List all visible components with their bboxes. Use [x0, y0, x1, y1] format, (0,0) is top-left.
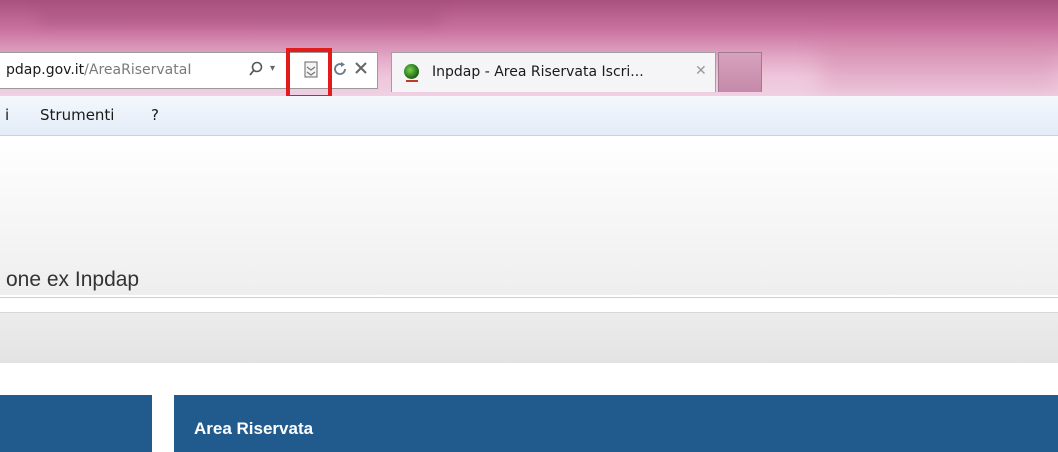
menu-item-strumenti[interactable]: Strumenti	[40, 106, 114, 124]
highlight-box	[286, 48, 332, 99]
stop-icon[interactable]	[354, 61, 368, 79]
tab-title: Inpdap - Area Riservata Iscri...	[432, 64, 644, 80]
site-favicon-icon	[404, 64, 419, 79]
browser-tab[interactable]: Inpdap - Area Riservata Iscri... ✕	[391, 52, 716, 92]
refresh-icon[interactable]	[332, 61, 348, 81]
menu-item-help[interactable]: ?	[151, 106, 159, 124]
page-header	[0, 137, 1058, 295]
new-tab-button[interactable]	[718, 52, 762, 92]
menu-item-preferiti[interactable]: i	[5, 106, 9, 124]
menu-bar: i Strumenti ?	[0, 96, 1058, 136]
search-icon[interactable]	[248, 61, 264, 81]
dropdown-arrow-icon[interactable]: ▾	[270, 63, 275, 74]
url-text[interactable]: pdap.gov.it/AreaRiservataI	[6, 62, 191, 78]
favicon-underline	[406, 80, 418, 82]
page-title: one ex Inpdap	[6, 268, 140, 291]
area-riservata-panel: Area Riservata	[174, 395, 1058, 452]
url-host: pdap.gov.it	[6, 62, 85, 78]
titlebar-decoration	[820, 40, 1058, 90]
divider	[0, 297, 1058, 298]
area-title: Area Riservata	[194, 419, 314, 438]
left-panel	[0, 395, 152, 452]
close-tab-icon[interactable]: ✕	[695, 63, 707, 79]
titlebar-decoration	[40, 6, 440, 26]
nav-strip	[0, 312, 1058, 363]
url-path: /AreaRiservataI	[84, 62, 192, 78]
